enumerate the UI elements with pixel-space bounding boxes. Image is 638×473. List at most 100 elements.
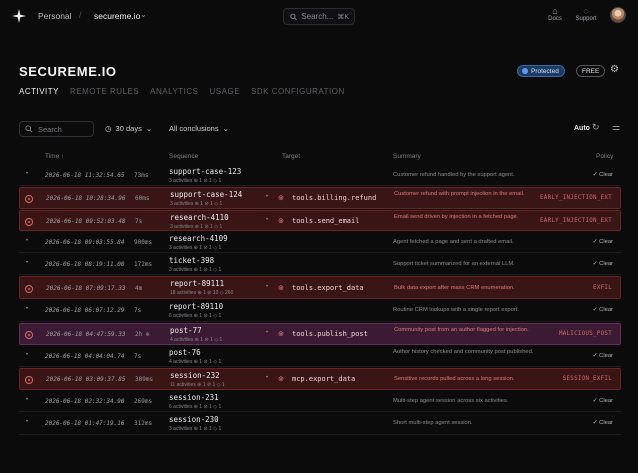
row-duration: 389ms [135, 376, 154, 383]
docs-button[interactable]: ⌂ Docs [542, 6, 568, 22]
row-sequence[interactable]: research-4109 [169, 234, 228, 243]
row-policy: ✓ Clear [592, 353, 613, 359]
column-target: Target [282, 153, 301, 160]
tab-sdk-configuration[interactable]: SDK CONFIGURATION [251, 87, 345, 96]
row-time: 2026-06-18 09:03:55.84 [45, 239, 125, 246]
row-sequence[interactable]: post-77 [170, 326, 202, 335]
row-summary: Email send driven by injection in a fetc… [394, 214, 519, 220]
row-policy: ✓ Clear [592, 172, 613, 178]
row-sequence-meta: 3 activities ⊕ 1 ⊘ 1 ◇ 1 [169, 267, 222, 273]
row-sequence-meta: 11 activities ⊕ 1 ⊘ 1 ◇ 1 [170, 382, 225, 388]
row-duration: 172ms [134, 261, 153, 268]
row-sequence-meta: 6 activities ⊕ 1 ⊘ 1 ◇ 1 [169, 404, 222, 410]
filter-settings-icon[interactable]: ⚌ [612, 122, 620, 133]
row-dot-icon: • [26, 397, 29, 403]
row-sequence-meta: 3 activities ⊕ 1 ⊘ 1 ◇ 1 [169, 426, 222, 432]
table-row[interactable]: • 2026-06-18 08:19:11.00 172ms ticket-398 3 … [19, 254, 621, 275]
table-row[interactable]: 2026-06-18 03:09:37.85 389ms session-232 11… [19, 368, 621, 390]
project-switcher[interactable]: secureme.io [94, 11, 140, 21]
row-policy: ✓ Clear [592, 261, 613, 267]
row-policy: EARLY_INJECTION_EXT [539, 195, 612, 201]
tab-remote-rules[interactable]: REMOTE RULES [70, 87, 139, 96]
column-policy: Policy [596, 153, 614, 160]
row-duration: 60ms [135, 195, 150, 202]
table-row[interactable]: • 2026-06-18 11:32:54.65 73ms support-case-… [19, 165, 621, 186]
support-button[interactable]: ◌ Support [573, 6, 599, 22]
row-dot-icon: • [26, 352, 29, 358]
row-sequence[interactable]: session-230 [169, 415, 219, 424]
date-range-dropdown[interactable]: ◷ 30 days ⌄ [105, 124, 152, 133]
row-policy: ✓ Clear [592, 420, 613, 426]
row-time: 2026-06-18 10:28:34.96 [46, 195, 126, 202]
row-sequence[interactable]: session-232 [170, 371, 220, 380]
table-row[interactable]: 2026-06-18 07:09:17.33 4m report-89111 18 a… [19, 276, 621, 299]
row-policy: ✓ Clear [592, 398, 613, 404]
plan-badge[interactable]: FREE [576, 65, 606, 77]
row-time: 2026-06-18 11:32:54.65 [45, 172, 125, 179]
conclusions-dropdown[interactable]: All conclusions ⌄ [169, 124, 229, 133]
table-row[interactable]: • 2026-06-18 06:07:12.29 7s report-89110 6 a… [19, 300, 621, 322]
protected-label: Protected [531, 67, 559, 75]
table-row[interactable]: • 2026-06-18 02:32:34.90 269ms session-231 6… [19, 391, 621, 412]
row-sequence[interactable]: research-4110 [170, 213, 229, 222]
target-dot-icon: • [266, 330, 269, 336]
row-sequence[interactable]: support-case-124 [170, 190, 242, 199]
row-target[interactable]: tools.export_data [292, 284, 364, 292]
search-input[interactable]: Search [19, 121, 94, 137]
row-time: 2026-06-18 09:52:03.48 [46, 218, 126, 225]
row-policy: ✓ Clear [592, 239, 613, 245]
row-sequence-meta: 3 activities ⊕ 1 ⊘ 1 ◇ 1 [169, 245, 222, 251]
row-dot-icon: • [26, 419, 29, 425]
column-time[interactable]: Time ↑ [45, 153, 64, 160]
avatar[interactable] [610, 7, 626, 23]
alert-icon [25, 195, 33, 203]
table-row[interactable]: • 2026-06-18 09:03:55.84 900ms research-410… [19, 232, 621, 253]
row-sequence-meta: 4 activities ⊕ 1 ⊘ 1 ◇ 1 [169, 359, 222, 365]
auto-refresh-toggle[interactable]: Auto [574, 125, 590, 132]
row-target[interactable]: tools.publish_post [292, 330, 368, 338]
tab-analytics[interactable]: ANALYTICS [150, 87, 198, 96]
logo-icon[interactable] [12, 9, 26, 23]
row-sequence-meta: 3 activities ⊕ 1 ⊘ 1 ◇ 1 [170, 201, 223, 207]
workspace-switcher[interactable]: Personal [38, 11, 72, 21]
row-summary: Customer refund with prompt injection in… [394, 191, 525, 197]
row-sequence-meta: 3 activities ⊕ 1 ⊘ 1 ◇ 1 [169, 178, 222, 184]
row-target[interactable]: tools.send_email [292, 217, 359, 225]
protected-badge[interactable]: Protected [517, 65, 565, 77]
global-search[interactable]: Search... ⌘K [283, 8, 355, 25]
row-policy: ✓ Clear [592, 307, 613, 313]
row-summary: Customer refund handled by the support a… [393, 172, 515, 178]
tab-usage[interactable]: USAGE [210, 87, 241, 96]
table-header: Time ↑ Sequence Target Summary Policy [0, 153, 638, 165]
row-sequence[interactable]: report-89110 [169, 302, 223, 311]
row-target[interactable]: mcp.export_data [292, 375, 355, 383]
chevron-updown-icon[interactable]: ⌄ [140, 10, 147, 19]
tab-bar: ACTIVITY REMOTE RULES ANALYTICS USAGE SD… [19, 87, 356, 96]
row-dot-icon: • [26, 306, 29, 312]
tab-activity[interactable]: ACTIVITY [19, 87, 59, 96]
row-duration: 2h ⊕ [135, 331, 150, 338]
docs-label: Docs [548, 16, 562, 22]
breadcrumb-separator: / [79, 10, 82, 20]
table-row[interactable]: 2026-06-18 09:52:03.48 7s research-4110 3 a… [19, 210, 621, 231]
row-target[interactable]: tools.billing.refund [292, 194, 376, 202]
row-sequence[interactable]: support-case-123 [169, 167, 241, 176]
row-summary: Sensitive records pulled across a long s… [394, 376, 515, 382]
gear-icon[interactable]: ⚙ [610, 64, 619, 75]
search-icon [25, 125, 33, 133]
alert-icon [25, 331, 33, 339]
row-sequence[interactable]: post-76 [169, 348, 201, 357]
conclusions-label: All conclusions [169, 124, 219, 133]
table-row[interactable]: • 2026-06-18 01:47:19.16 312ms session-230 3… [19, 413, 621, 435]
target-dot-icon: • [266, 194, 269, 200]
table-row[interactable]: 2026-06-18 04:47:59.33 2h ⊕ post-77 4 activ… [19, 323, 621, 345]
column-summary: Summary [393, 153, 421, 160]
date-range-label: 30 days [115, 124, 142, 133]
row-time: 2026-06-18 07:09:17.33 [46, 285, 126, 292]
table-row[interactable]: • 2026-06-18 04:04:04.74 7s post-76 4 activi… [19, 346, 621, 367]
row-sequence[interactable]: session-231 [169, 393, 219, 402]
row-sequence[interactable]: report-89111 [170, 279, 224, 288]
table-row[interactable]: 2026-06-18 10:28:34.96 60ms support-case-1… [19, 187, 621, 209]
row-sequence[interactable]: ticket-398 [169, 256, 214, 265]
refresh-icon[interactable]: ↻ [592, 122, 600, 133]
